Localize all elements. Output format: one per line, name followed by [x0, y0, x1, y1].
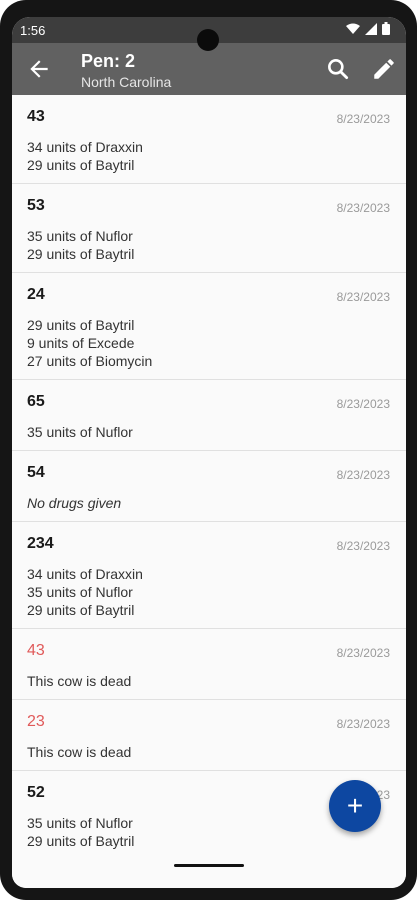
wifi-icon	[346, 23, 360, 34]
status-time: 1:56	[20, 23, 46, 38]
treatment-line: 29 units of Baytril	[27, 833, 135, 849]
treatment-lines: 29 units of Baytril 9 units of Excede 27 u…	[27, 316, 152, 370]
record-date: 8/23/2023	[336, 397, 390, 411]
treatment-line: 9 units of Excede	[27, 335, 135, 351]
treatment-line: 35 units of Nuflor	[27, 424, 133, 440]
back-arrow-icon[interactable]	[26, 56, 52, 82]
animal-id: 52	[27, 784, 45, 801]
treatment-lines: This cow is dead	[27, 743, 131, 761]
treatment-line: This cow is dead	[27, 744, 132, 760]
page-title: Pen: 2	[81, 51, 136, 71]
treatment-lines: 34 units of Draxxin 35 units of Nuflor 29 …	[27, 565, 143, 619]
screen: 1:56 Pen: 2 North Carolina 43 8/23/2023 34…	[12, 17, 406, 888]
list-item[interactable]: 24 8/23/2023 29 units of Baytril 9 units of…	[12, 273, 406, 380]
treatment-line: 29 units of Baytril	[27, 246, 135, 262]
edit-pencil-icon[interactable]	[371, 56, 397, 82]
battery-icon	[382, 22, 390, 35]
animal-id: 24	[27, 286, 45, 303]
search-icon[interactable]	[325, 56, 351, 82]
treatment-lines: This cow is dead	[27, 672, 131, 690]
list-item[interactable]: 53 8/23/2023 35 units of Nuflor 29 units of…	[12, 184, 406, 273]
animal-id: 23	[27, 713, 45, 730]
treatment-line: 34 units of Draxxin	[27, 566, 143, 582]
add-record-button[interactable]: +	[329, 780, 381, 832]
camera-cutout	[197, 29, 219, 51]
signal-icon	[365, 22, 377, 35]
record-date: 8/23/2023	[336, 201, 390, 215]
treatment-line: This cow is dead	[27, 673, 132, 689]
treatment-line: No drugs given	[27, 495, 122, 511]
list-item[interactable]: 65 8/23/2023 35 units of Nuflor	[12, 380, 406, 451]
page-subtitle: North Carolina	[81, 74, 172, 90]
treatment-line: 27 units of Biomycin	[27, 353, 153, 369]
list-item[interactable]: 43 8/23/2023 34 units of Draxxin 29 units o…	[12, 95, 406, 184]
record-date: 8/23/2023	[336, 112, 390, 126]
animal-id: 43	[27, 108, 45, 125]
treatment-line: 35 units of Nuflor	[27, 228, 133, 244]
animal-id: 53	[27, 197, 45, 214]
list-item[interactable]: 43 8/23/2023 This cow is dead	[12, 629, 406, 700]
treatment-lines: 35 units of Nuflor 29 units of Baytril	[27, 227, 134, 263]
treatment-line: 29 units of Baytril	[27, 157, 135, 173]
treatment-line: 34 units of Draxxin	[27, 139, 143, 155]
list-item[interactable]: 54 8/23/2023 No drugs given	[12, 451, 406, 522]
treatment-line: 35 units of Nuflor	[27, 815, 133, 831]
animal-id: 65	[27, 393, 45, 410]
record-date: 8/23/2023	[336, 717, 390, 731]
record-date: 8/23/2023	[336, 290, 390, 304]
treatment-line: 29 units of Baytril	[27, 602, 135, 618]
phone-frame: 1:56 Pen: 2 North Carolina 43 8/23/2023 34…	[0, 0, 417, 900]
record-date: 8/23/2023	[336, 539, 390, 553]
animal-id: 43	[27, 642, 45, 659]
list-item[interactable]: 23 8/23/2023 This cow is dead	[12, 700, 406, 771]
record-date: 8/23/2023	[336, 468, 390, 482]
treatment-line: 29 units of Baytril	[27, 317, 135, 333]
animal-id: 234	[27, 535, 54, 552]
treatment-lines: 35 units of Nuflor	[27, 423, 133, 441]
list-item[interactable]: 234 8/23/2023 34 units of Draxxin 35 units …	[12, 522, 406, 629]
treatment-line: 35 units of Nuflor	[27, 584, 133, 600]
treatment-lines: No drugs given	[27, 494, 121, 512]
treatment-lines: 34 units of Draxxin 29 units of Baytril	[27, 138, 143, 174]
status-icons	[346, 22, 390, 35]
treatment-lines: 35 units of Nuflor 29 units of Baytril	[27, 814, 134, 850]
record-date: 8/23/2023	[336, 646, 390, 660]
animal-id: 54	[27, 464, 45, 481]
home-indicator[interactable]	[174, 864, 244, 867]
treatment-list: 43 8/23/2023 34 units of Draxxin 29 units o…	[12, 95, 406, 860]
nav-bar-area	[12, 856, 406, 888]
